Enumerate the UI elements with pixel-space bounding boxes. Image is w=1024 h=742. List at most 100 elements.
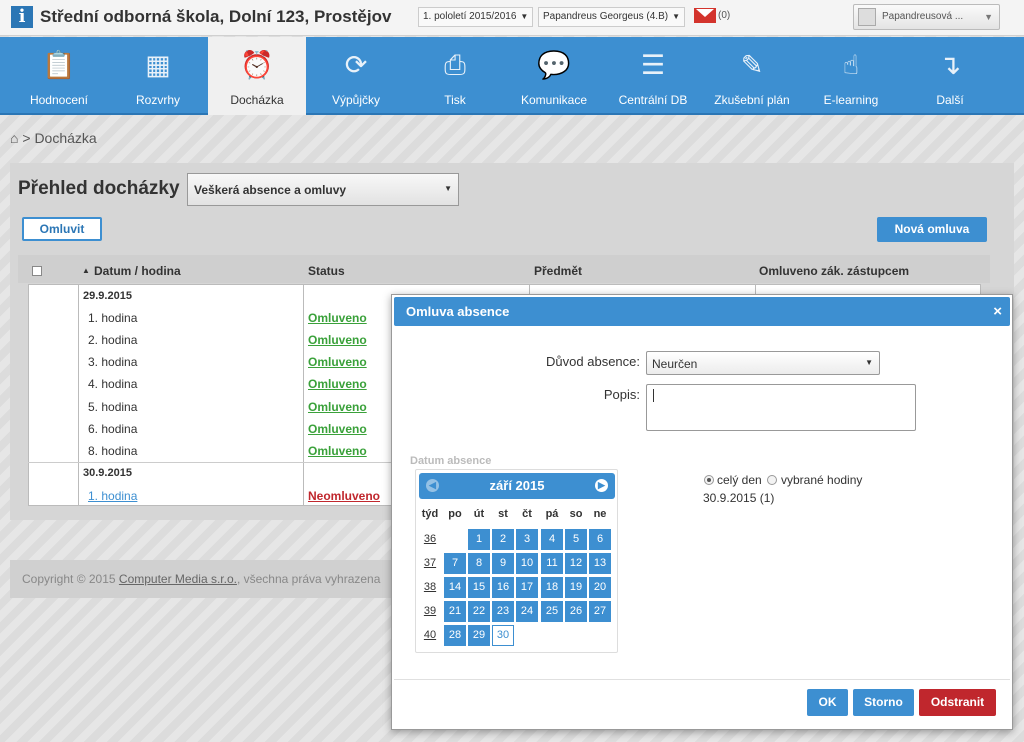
nav-label: Komunikace <box>520 93 588 107</box>
table-row-hour-link[interactable]: 1. hodina <box>88 489 137 503</box>
nav-komunikace[interactable]: 💬 Komunikace <box>505 37 603 115</box>
calendar-week-number[interactable]: 37 <box>419 557 441 569</box>
calendar-day[interactable]: 23 <box>492 601 514 622</box>
calendar-week-number[interactable]: 39 <box>419 605 441 617</box>
chevron-down-icon: ▼ <box>865 358 873 367</box>
calendar-day[interactable]: 28 <box>444 625 466 646</box>
calendar-day[interactable]: 7 <box>444 553 466 574</box>
calendar-week-number[interactable]: 38 <box>419 581 441 593</box>
breadcrumb-current: Docházka <box>34 130 97 146</box>
table-group-date: 30.9.2015 <box>83 467 132 479</box>
status-excused[interactable]: Omluveno <box>308 400 367 414</box>
calendar-weekday: čt <box>522 508 532 520</box>
nav-label: Hodnocení <box>29 93 89 107</box>
calendar-week-number[interactable]: 36 <box>419 533 441 545</box>
calendar-day[interactable]: 22 <box>468 601 490 622</box>
nav-label: Docházka <box>230 93 284 107</box>
reason-value: Neurčen <box>652 357 698 371</box>
nav-centralni-db[interactable]: ☰ Centrální DB <box>604 37 702 115</box>
page-title: Přehled docházky <box>18 178 180 199</box>
calendar-day[interactable]: 20 <box>589 577 611 598</box>
status-excused[interactable]: Omluveno <box>308 377 367 391</box>
new-excuse-button[interactable]: Nová omluva <box>877 217 987 242</box>
calendar-day[interactable]: 5 <box>565 529 587 550</box>
calendar-day[interactable]: 6 <box>589 529 611 550</box>
ok-button[interactable]: OK <box>807 689 848 716</box>
table-row-hour: 5. hodina <box>88 400 138 414</box>
select-all-checkbox[interactable] <box>32 266 42 276</box>
status-excused[interactable]: Omluveno <box>308 422 367 436</box>
whole-day-radio[interactable] <box>704 475 714 485</box>
calendar-day[interactable]: 11 <box>541 553 563 574</box>
description-textarea[interactable] <box>646 384 916 431</box>
period-select[interactable]: 1. pololetí 2015/2016 ▼ <box>418 7 534 27</box>
selected-hours-radio[interactable] <box>767 475 777 485</box>
calendar-week-number[interactable]: 40 <box>419 629 441 641</box>
nav-dalsi[interactable]: ↴ Další <box>901 37 999 115</box>
calendar-day[interactable]: 18 <box>541 577 563 598</box>
calendar-day[interactable]: 17 <box>516 577 538 598</box>
cancel-button[interactable]: Storno <box>853 689 914 716</box>
close-icon[interactable]: × <box>993 297 1002 326</box>
refresh-arrows-icon: ⟳ <box>344 50 368 81</box>
calendar-day[interactable]: 15 <box>468 577 490 598</box>
calendar-day[interactable]: 19 <box>565 577 587 598</box>
calendar-day-today[interactable]: 30 <box>492 625 514 646</box>
column-excused-by-guardian[interactable]: Omluveno zák. zástupcem <box>759 264 909 278</box>
nav-label: Zkušební plán <box>714 93 790 107</box>
column-date-hour[interactable]: Datum / hodina <box>94 264 181 278</box>
calendar-day[interactable]: 8 <box>468 553 490 574</box>
nav-label: Výpůjčky <box>331 93 381 107</box>
status-unexcused[interactable]: Neomluveno <box>308 489 380 503</box>
calendar-day[interactable]: 21 <box>444 601 466 622</box>
remove-button[interactable]: Odstranit <box>919 689 996 716</box>
calendar-day[interactable]: 26 <box>565 601 587 622</box>
nav-e-learning[interactable]: ☝ E-learning <box>802 37 900 115</box>
nav-hodnoceni[interactable]: 📋 Hodnocení <box>10 37 108 115</box>
company-link[interactable]: Computer Media s.r.o. <box>119 572 237 586</box>
status-excused[interactable]: Omluveno <box>308 311 367 325</box>
status-excused[interactable]: Omluveno <box>308 444 367 458</box>
calendar-day[interactable]: 4 <box>541 529 563 550</box>
calendar-day[interactable]: 10 <box>516 553 538 574</box>
calendar-day[interactable]: 13 <box>589 553 611 574</box>
calendar-day[interactable]: 2 <box>492 529 514 550</box>
chat-bubbles-icon: 💬 <box>537 50 571 81</box>
mail-icon[interactable] <box>694 8 716 23</box>
nav-zkusebni-plan[interactable]: ✎ Zkušební plán <box>703 37 801 115</box>
calendar-day[interactable]: 1 <box>468 529 490 550</box>
calendar-day[interactable]: 24 <box>516 601 538 622</box>
prev-month-icon[interactable]: ◀ <box>426 479 439 492</box>
calendar-day[interactable]: 16 <box>492 577 514 598</box>
status-excused[interactable]: Omluveno <box>308 355 367 369</box>
calendar-day[interactable]: 3 <box>516 529 538 550</box>
calendar-day[interactable]: 27 <box>589 601 611 622</box>
excuse-button[interactable]: Omluvit <box>22 217 102 241</box>
table-header: ▲ Datum / hodina Status Předmět Omluveno… <box>18 255 990 283</box>
calendar-day[interactable]: 29 <box>468 625 490 646</box>
column-divider <box>78 284 79 506</box>
calendar-day[interactable]: 14 <box>444 577 466 598</box>
absence-filter-select[interactable]: Veškerá absence a omluvy ▼ <box>187 173 459 206</box>
home-icon[interactable]: ⌂ <box>10 130 18 146</box>
nav-vypujcky[interactable]: ⟳ Výpůjčky <box>307 37 405 115</box>
calendar-day[interactable]: 25 <box>541 601 563 622</box>
column-subject[interactable]: Předmět <box>534 264 582 278</box>
nav-rozvrhy[interactable]: ▦ Rozvrhy <box>109 37 207 115</box>
user-menu[interactable]: Papandreusová ... ▼ <box>853 4 1000 30</box>
chevron-down-icon: ▼ <box>520 12 529 21</box>
calendar-day[interactable]: 12 <box>565 553 587 574</box>
column-status[interactable]: Status <box>308 264 345 278</box>
sort-asc-icon[interactable]: ▲ <box>82 266 90 275</box>
student-select[interactable]: Papandreus Georgeus (4.B) ▼ <box>538 7 685 27</box>
reason-select[interactable]: Neurčen ▼ <box>646 351 880 375</box>
calendar-day[interactable]: 9 <box>492 553 514 574</box>
footer-prefix: Copyright © 2015 <box>22 572 119 586</box>
next-month-icon[interactable]: ▶ <box>595 479 608 492</box>
top-bar: i Střední odborná škola, Dolní 123, Pros… <box>0 0 1024 36</box>
arrow-down-right-icon: ↴ <box>938 50 962 81</box>
nav-label: Rozvrhy <box>135 93 180 107</box>
nav-dochazka[interactable]: ⏰ Docházka <box>208 37 306 115</box>
status-excused[interactable]: Omluveno <box>308 333 367 347</box>
nav-tisk[interactable]: ⎙ Tisk <box>406 37 504 115</box>
